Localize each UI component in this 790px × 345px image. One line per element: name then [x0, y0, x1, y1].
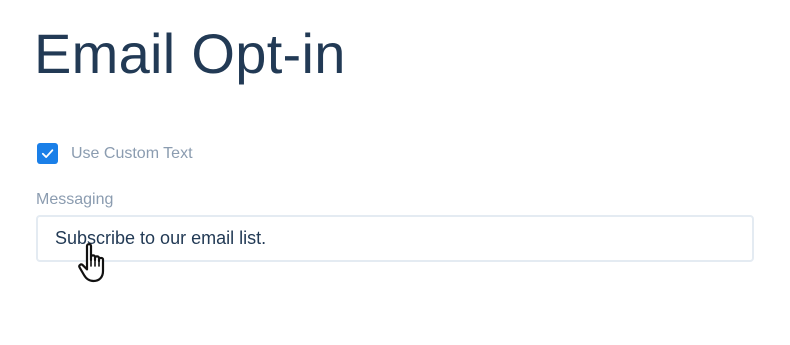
page-title: Email Opt-in [34, 22, 346, 85]
use-custom-text-option[interactable]: Use Custom Text [37, 143, 193, 164]
messaging-input[interactable] [36, 215, 754, 262]
use-custom-text-label: Use Custom Text [71, 144, 193, 162]
checkmark-icon [41, 149, 54, 158]
messaging-label: Messaging [36, 191, 114, 208]
use-custom-text-checkbox[interactable] [37, 143, 58, 164]
